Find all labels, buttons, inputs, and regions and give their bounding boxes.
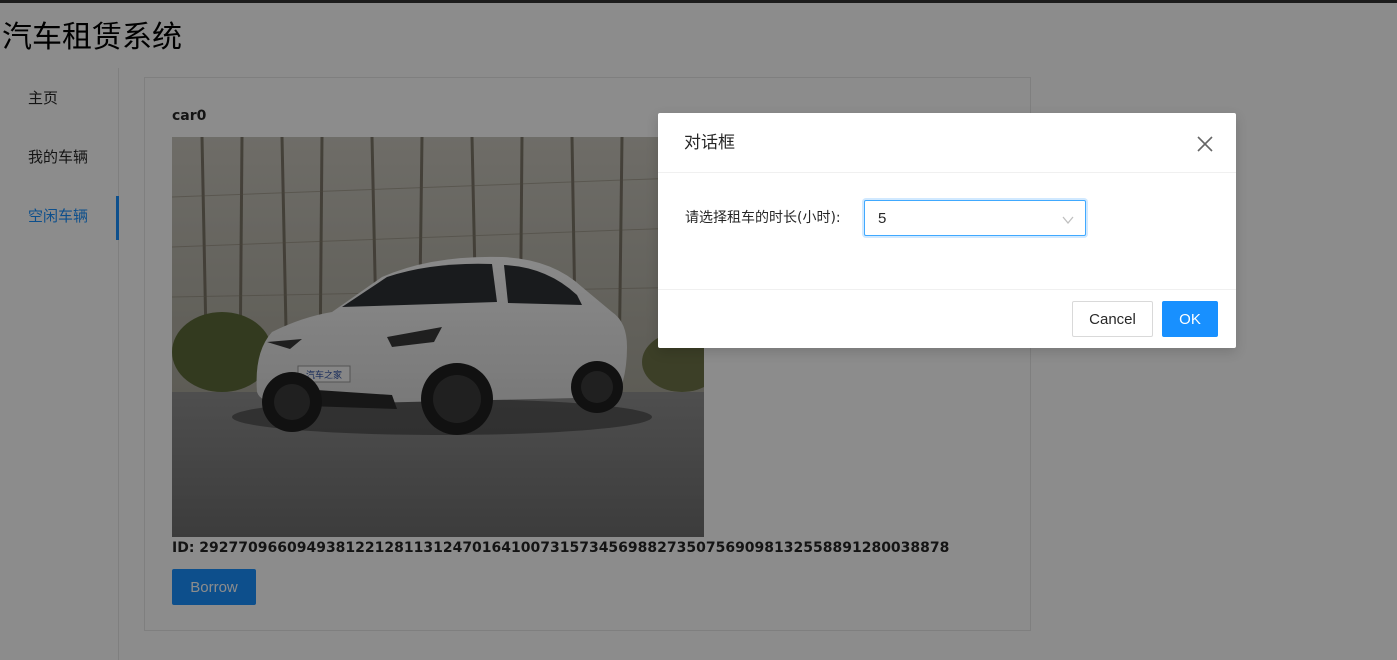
chevron-down-icon [1061, 212, 1075, 226]
rental-duration-label: 请选择租车的时长(小时): [685, 210, 841, 226]
ok-button[interactable]: OK [1162, 301, 1218, 337]
dialog-footer: Cancel OK [658, 289, 1236, 348]
dialog-header: 对话框 [658, 113, 1236, 173]
close-icon[interactable] [1194, 133, 1216, 155]
dialog-body: 请选择租车的时长(小时): 5 [658, 173, 1236, 289]
cancel-button[interactable]: Cancel [1072, 301, 1153, 337]
rental-duration-dialog: 对话框 请选择租车的时长(小时): 5 Cancel OK [658, 113, 1236, 348]
rental-duration-select[interactable]: 5 [864, 200, 1086, 236]
page: 汽车租赁系统 主页 我的车辆 空闲车辆 car0 汽车之家 ID: 292770… [0, 0, 1397, 660]
dialog-title: 对话框 [684, 133, 735, 153]
rental-duration-value: 5 [878, 210, 887, 227]
